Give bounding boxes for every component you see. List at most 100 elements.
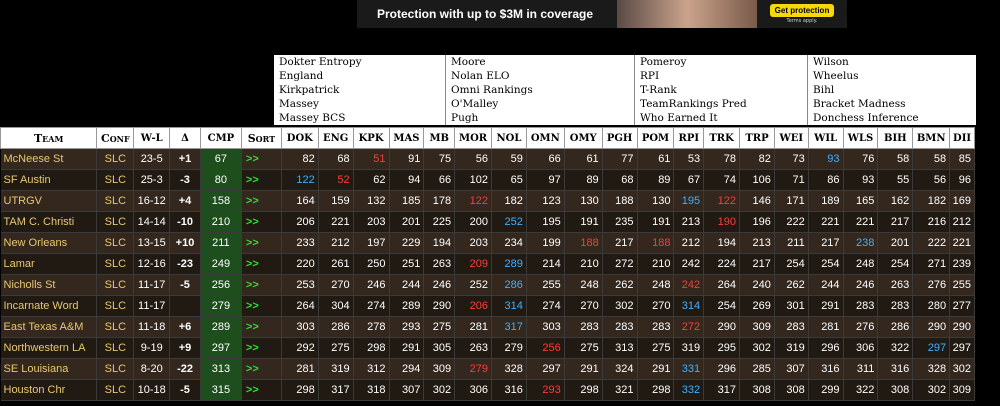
rank-cell: 283 [774,316,809,338]
sort-arrow[interactable]: >> [241,148,282,170]
conference-link[interactable]: SLC [96,295,135,317]
column-header[interactable]: DII [949,127,975,149]
column-header[interactable]: BMN [912,127,951,149]
ad-cta[interactable]: Get protection Terms apply. [757,0,847,28]
rank-cell: 61 [564,148,603,170]
team-name-link[interactable]: Lamar [0,253,98,275]
column-header[interactable]: TRK [703,127,741,149]
column-header[interactable]: Team [0,127,98,149]
sort-arrow[interactable]: >> [241,169,282,191]
conference-link[interactable]: SLC [96,379,135,401]
column-header[interactable]: Conf [96,127,135,149]
team-name-link[interactable]: TAM C. Christi [0,211,98,233]
sort-arrow[interactable]: >> [241,337,282,359]
sort-arrow[interactable]: >> [241,358,282,380]
column-header[interactable]: MOR [454,127,492,149]
team-name-link[interactable]: East Texas A&M [0,316,98,338]
conference-link[interactable]: SLC [96,232,135,254]
team-name-link[interactable]: Nicholls St [0,274,98,296]
sort-arrow[interactable]: >> [241,190,282,212]
column-header[interactable]: WEI [773,127,809,149]
composite-rank: 211 [200,232,242,254]
column-header[interactable]: MB [423,127,456,149]
team-name-link[interactable]: UTRGV [0,190,98,212]
column-header[interactable]: TRP [739,127,775,149]
rank-cell: 262 [602,274,638,296]
sort-arrow[interactable]: >> [241,274,282,296]
rank-cell: 276 [912,274,951,296]
team-name-link[interactable]: Incarnate Word [0,295,98,317]
rank-cell: 291 [637,358,675,380]
sort-arrow[interactable]: >> [241,295,282,317]
rank-cell: 303 [281,316,319,338]
conference-link[interactable]: SLC [96,253,135,275]
column-header[interactable]: OMY [563,127,603,149]
column-header[interactable]: Δ [169,127,201,149]
rank-cell: 286 [877,316,914,338]
rank-cell: 122 [703,190,741,212]
team-name-link[interactable]: Northwestern LA [0,337,98,359]
source-name: Nolan ELO [451,70,510,82]
conference-link[interactable]: SLC [96,148,135,170]
sort-arrow[interactable]: >> [241,379,282,401]
rank-cell: 262 [774,274,809,296]
column-header[interactable]: WLS [842,127,879,149]
team-name-link[interactable]: SE Louisiana [0,358,98,380]
win-loss: 11-17 [133,295,171,317]
conference-link[interactable]: SLC [96,274,135,296]
rank-cell: 290 [423,295,456,317]
sort-arrow[interactable]: >> [241,316,282,338]
sort-arrow[interactable]: >> [241,253,282,275]
column-header[interactable]: ENG [317,127,354,149]
rank-cell: 254 [808,253,844,275]
team-name-link[interactable]: New Orleans [0,232,98,254]
team-name-link[interactable]: McNeese St [0,148,98,170]
conference-link[interactable]: SLC [96,211,135,233]
rank-cell: 216 [912,211,951,233]
rank-cell: 275 [423,316,456,338]
column-header[interactable]: OMN [525,127,565,149]
rank-cell: 53 [673,148,705,170]
rank-cell: 221 [949,232,975,254]
column-header[interactable]: WIL [807,127,844,149]
rank-cell: 275 [318,337,354,359]
rank-cell: 212 [949,211,975,233]
source-name: Wheelus [813,70,859,82]
team-name-link[interactable]: Houston Chr [0,379,98,401]
column-header[interactable]: Sort [240,127,282,149]
column-header[interactable]: MAS [388,127,425,149]
column-header[interactable]: RPI [673,127,705,149]
source-name: Kirkpatrick [279,84,340,96]
rank-cell: 246 [843,274,879,296]
win-loss: 10-18 [133,379,171,401]
column-header[interactable]: KPK [352,127,390,149]
get-protection-button[interactable]: Get protection [769,4,835,17]
sort-arrow[interactable]: >> [241,232,282,254]
conference-link[interactable]: SLC [96,316,135,338]
column-header[interactable]: DOK [280,127,319,149]
source-name: Massey BCS [279,112,346,124]
conference-link[interactable]: SLC [96,358,135,380]
conference-link[interactable]: SLC [96,337,135,359]
rank-cell: 194 [703,232,741,254]
team-name-link[interactable]: SF Austin [0,169,98,191]
rank-cell: 283 [602,316,638,338]
column-header[interactable]: CMP [199,127,242,149]
conference-link[interactable]: SLC [96,169,135,191]
column-header[interactable]: W-L [133,127,171,149]
rank-cell: 331 [673,358,705,380]
rank-cell: 67 [673,169,705,191]
win-loss: 9-19 [133,337,171,359]
column-header[interactable]: BIH [877,127,914,149]
source-name: Moore [451,56,486,68]
rank-cell: 162 [877,190,914,212]
sort-arrow[interactable]: >> [241,211,282,233]
advertisement-banner[interactable]: Protection with up to $3M in coverage Ge… [357,0,847,28]
rank-cell: 283 [564,316,603,338]
conference-link[interactable]: SLC [96,190,135,212]
column-header[interactable]: PGH [601,127,638,149]
rank-cell: 77 [602,148,638,170]
column-header[interactable]: NOL [491,127,527,149]
column-header[interactable]: POM [636,127,675,149]
rank-cell: 94 [389,169,425,191]
